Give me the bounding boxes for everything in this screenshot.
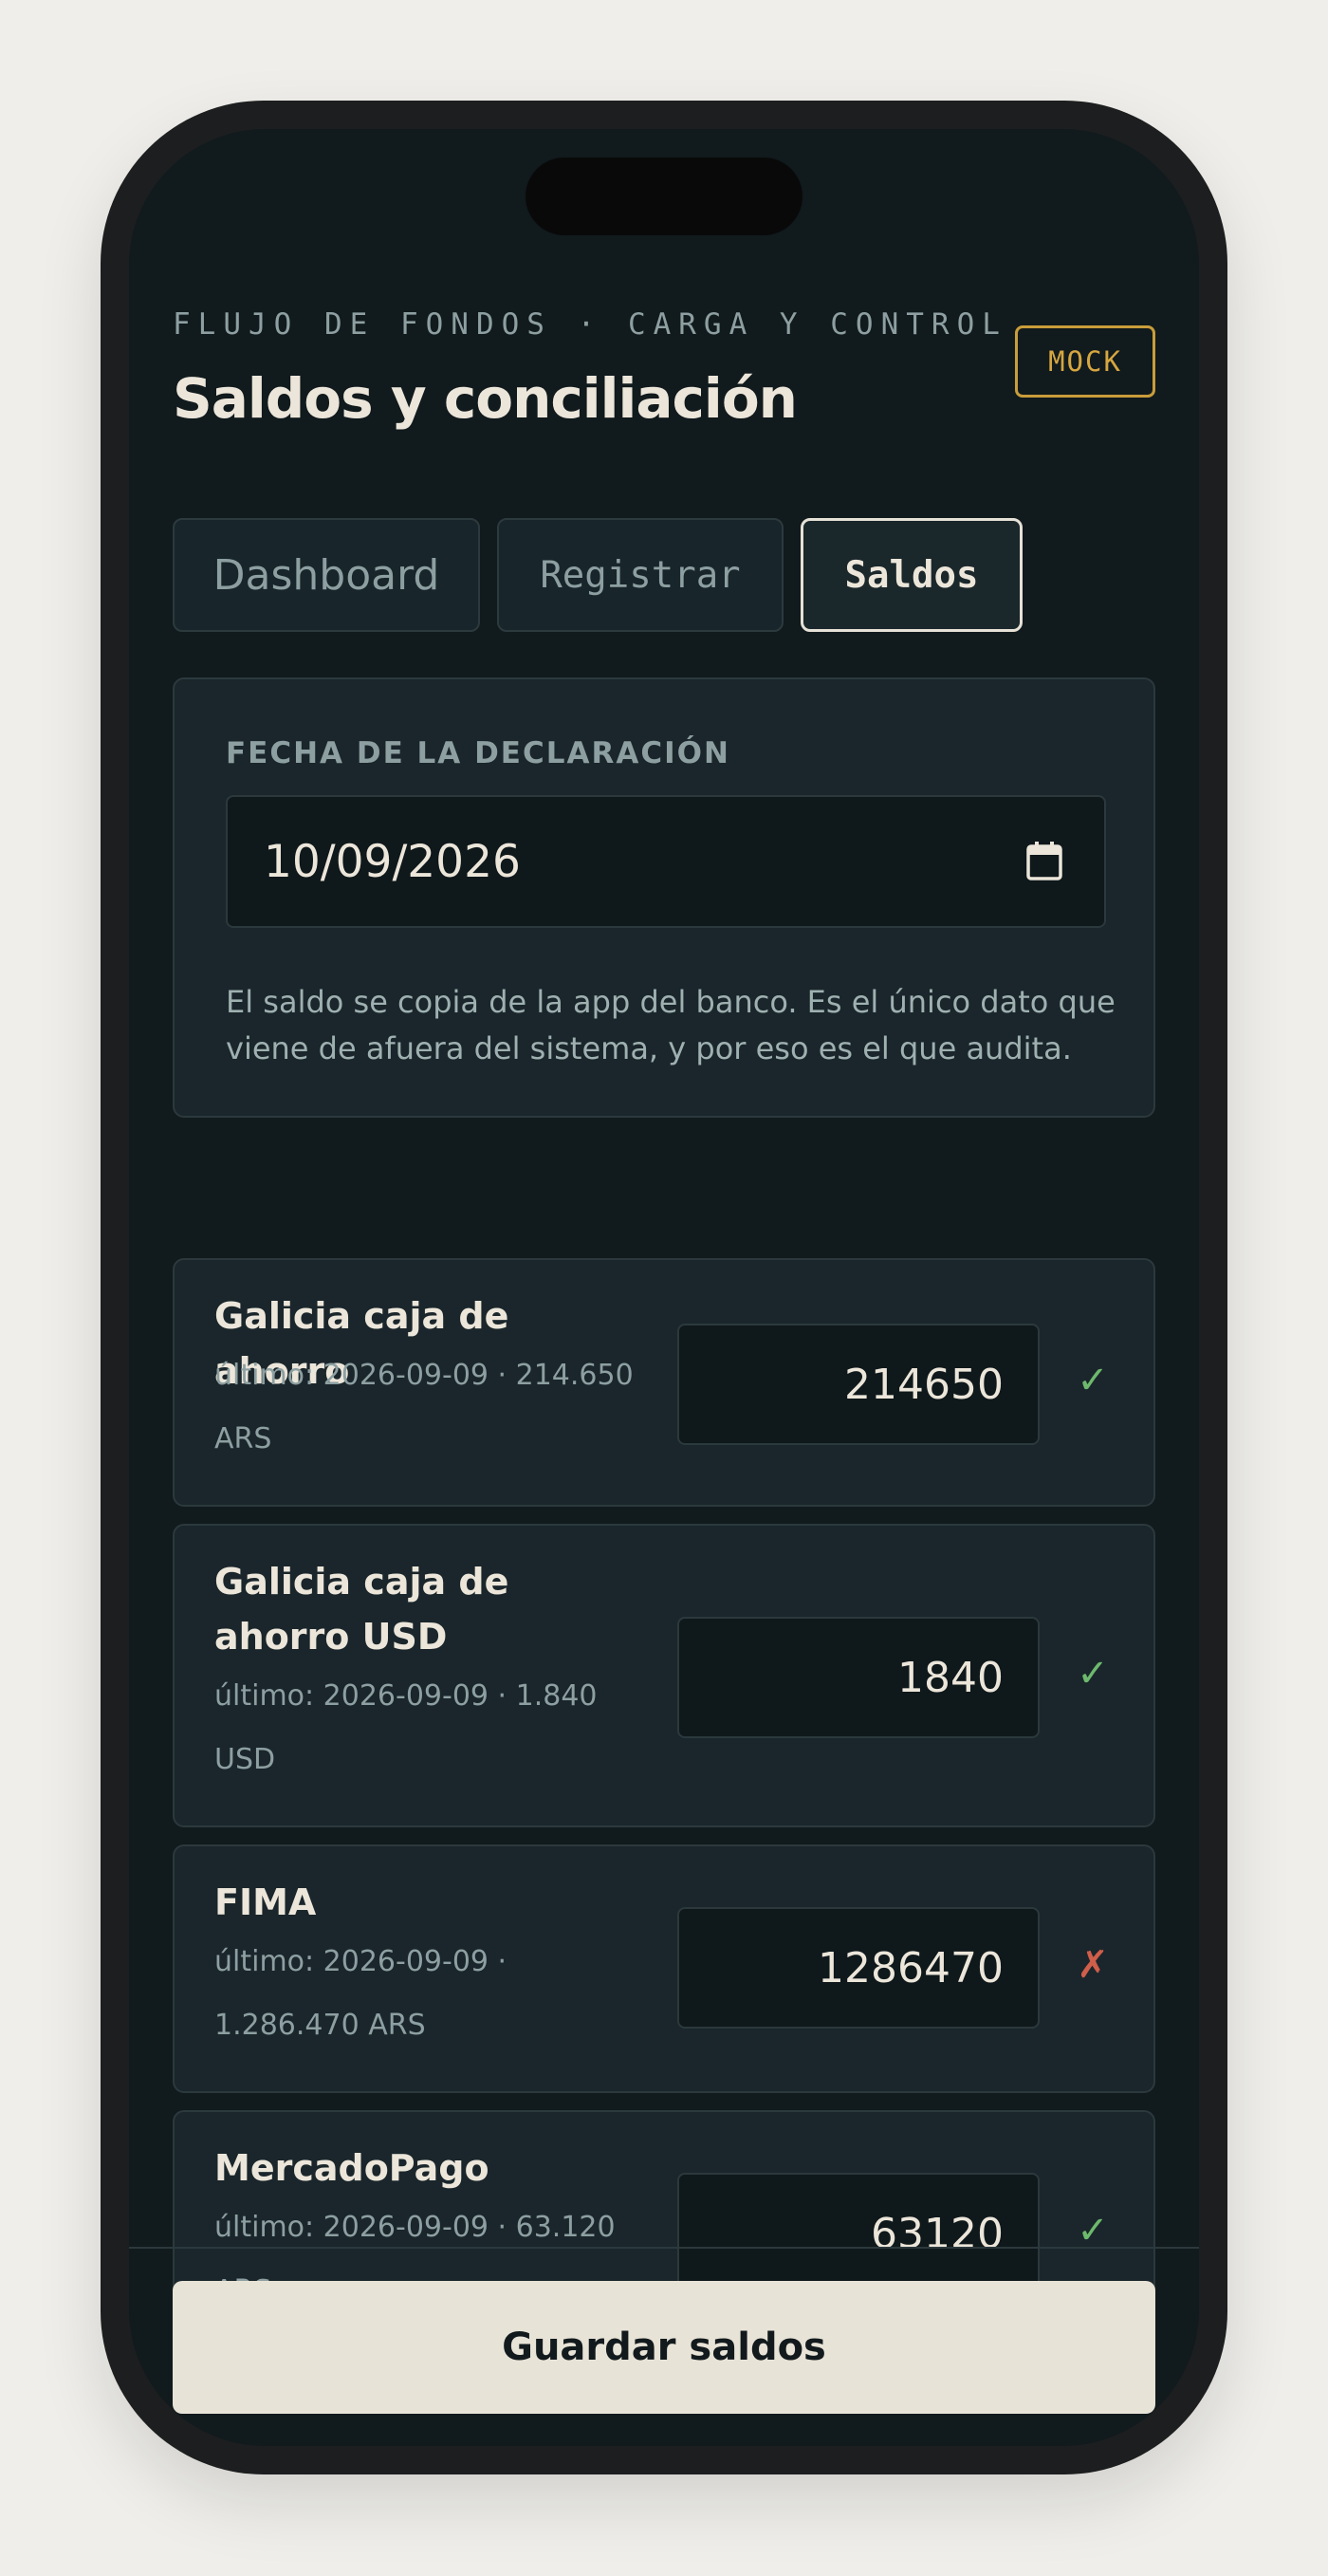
account-row: Galicia caja de ahorro último: 2026-09-0…	[173, 1258, 1155, 1507]
tab-saldos[interactable]: Saldos	[801, 518, 1023, 632]
account-name: MercadoPago	[214, 2147, 489, 2189]
account-last-balance: último: 2026-09-09 · 1.840 USD	[214, 1679, 598, 1776]
phone-frame: FLUJO DE FONDOS · CARGA Y CONTROL MOCK S…	[101, 101, 1227, 2474]
app-screen: FLUJO DE FONDOS · CARGA Y CONTROL MOCK S…	[129, 129, 1199, 2446]
balance-input[interactable]: 1286470	[677, 1907, 1040, 2029]
section-eyebrow: FLUJO DE FONDOS · CARGA Y CONTROL	[173, 307, 1007, 342]
balance-input[interactable]: 214650	[677, 1324, 1040, 1445]
account-last-balance: último: 2026-09-09 · 214.650 ARS	[214, 1359, 634, 1455]
date-help-text: El saldo se copia de la app del banco. E…	[226, 984, 1116, 1066]
date-input[interactable]: 10/09/2026	[226, 795, 1106, 928]
cross-icon: ✗	[1077, 1943, 1109, 1987]
footer-divider	[129, 2247, 1199, 2249]
account-name: FIMA	[214, 1881, 317, 1923]
account-name: Galicia caja de ahorro USD	[214, 1561, 509, 1658]
check-icon: ✓	[1077, 1652, 1109, 1696]
check-icon: ✓	[1077, 1359, 1109, 1402]
page-title: Saldos y conciliación	[173, 366, 798, 431]
tab-registrar[interactable]: Registrar	[497, 518, 784, 632]
dynamic-island	[526, 158, 802, 235]
save-balances-button[interactable]: Guardar saldos	[173, 2281, 1155, 2414]
tab-dashboard[interactable]: Dashboard	[173, 518, 480, 632]
account-row: Galicia caja de ahorro USD último: 2026-…	[173, 1524, 1155, 1827]
balance-input[interactable]: 1840	[677, 1617, 1040, 1738]
date-card: FECHA DE LA DECLARACIÓN 10/09/2026 El sa…	[173, 677, 1155, 1118]
calendar-icon[interactable]	[1026, 841, 1062, 880]
balance-input[interactable]: 63120	[677, 2173, 1040, 2294]
account-last-balance: último: 2026-09-09 · 1.286.470 ARS	[214, 1945, 507, 2042]
account-row: FIMA último: 2026-09-09 · 1.286.470 ARS …	[173, 1844, 1155, 2093]
date-value: 10/09/2026	[264, 835, 521, 888]
mock-badge: MOCK	[1015, 325, 1155, 398]
date-label: FECHA DE LA DECLARACIÓN	[226, 736, 730, 770]
